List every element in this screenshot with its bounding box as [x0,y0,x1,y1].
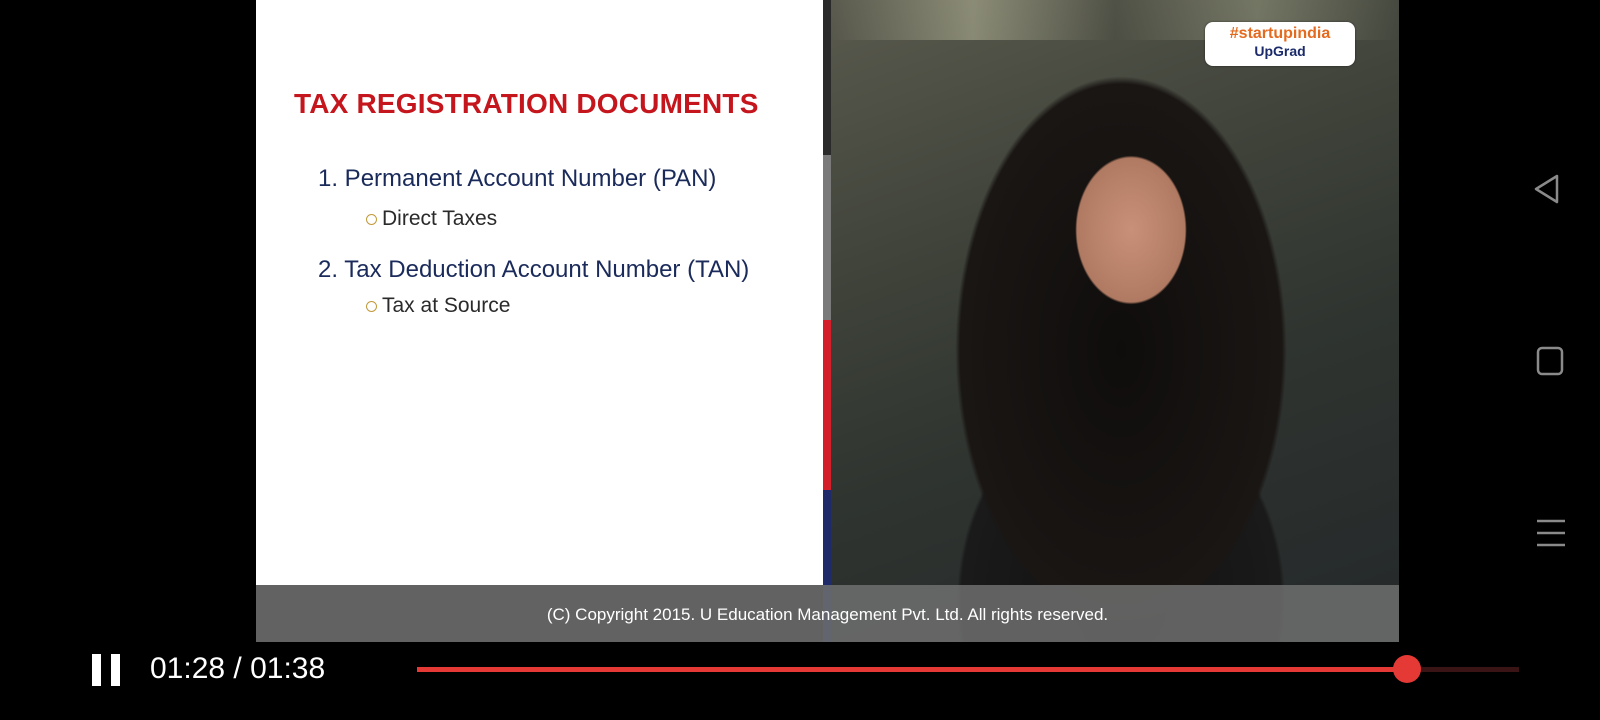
slide-item-pan: 1. Permanent Account Number (PAN) [318,165,717,192]
seek-bar[interactable] [417,655,1519,683]
slide-subitem: Direct Taxes [366,207,497,231]
video-frame[interactable]: TAX REGISTRATION DOCUMENTS 1. Permanent … [256,0,1399,642]
menu-icon[interactable] [1536,518,1566,548]
bullet-icon [366,300,377,312]
color-divider [823,0,831,642]
slide-title: TAX REGISTRATION DOCUMENTS [294,88,759,119]
bullet-icon [366,213,377,225]
time-display: 01:28 / 01:38 [150,652,326,685]
seek-progress [417,667,1407,672]
slide-subitem-label: Direct Taxes [382,207,498,230]
presenter-image [831,0,1399,642]
back-icon[interactable] [1530,172,1564,206]
pause-button[interactable] [90,654,122,686]
lecture-slide: TAX REGISTRATION DOCUMENTS 1. Permanent … [256,0,823,585]
seek-thumb[interactable] [1392,655,1421,683]
brand-badge: #startupindia UpGrad [1205,22,1355,66]
brand-name: UpGrad [1254,43,1306,59]
home-icon[interactable] [1536,346,1564,376]
slide-subitem: Tax at Source [366,294,510,318]
copyright-text: (C) Copyright 2015. U Education Manageme… [546,605,1109,624]
slide-subitem-label: Tax at Source [382,294,511,317]
brand-tag: #startupindia [1229,25,1331,42]
pause-icon [92,654,101,686]
copyright-bar: (C) Copyright 2015. U Education Manageme… [256,585,1399,642]
slide-item-tan: 2. Tax Deduction Account Number (TAN) [318,256,750,283]
